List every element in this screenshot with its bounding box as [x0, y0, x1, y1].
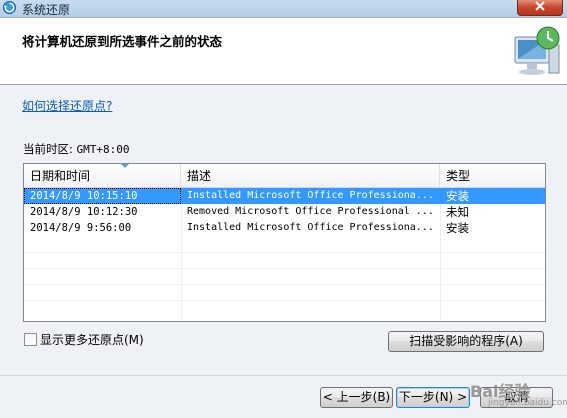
help-link[interactable]: 如何选择还原点?: [22, 97, 112, 114]
row-description: Removed Microsoft Office Professional ..…: [181, 204, 440, 220]
row-datetime: 2014/8/9 10:15:10: [24, 188, 181, 204]
close-icon: [518, 0, 562, 14]
row-description: Installed Microsoft Office Professiona..…: [181, 220, 440, 236]
restore-points-table[interactable]: 日期和时间 描述 类型 2014/8/9 10:15:10 Installed …: [23, 163, 546, 322]
back-button[interactable]: < 上一步(B): [320, 387, 393, 408]
row-type: 安装: [440, 188, 545, 204]
row-type: 安装: [440, 220, 545, 236]
close-button[interactable]: [517, 0, 563, 16]
row-description: Installed Microsoft Office Professiona..…: [181, 188, 440, 204]
row-divider: [24, 268, 545, 269]
row-divider: [24, 284, 545, 285]
wizard-header: 将计算机还原到所选事件之前的状态: [0, 18, 567, 85]
timezone-info: 当前时区: GMT+8:00: [23, 141, 130, 157]
row-divider: [24, 252, 545, 253]
computer-restore-icon: [511, 23, 563, 79]
table-header: 日期和时间 描述 类型: [24, 164, 545, 188]
window-title: 系统还原: [22, 1, 70, 18]
title-bar: 系统还原: [0, 0, 567, 18]
table-row[interactable]: 2014/8/9 9:56:00 Installed Microsoft Off…: [24, 220, 545, 236]
timezone-value: GMT+8:00: [77, 143, 130, 156]
next-button[interactable]: 下一步(N) >: [396, 387, 470, 408]
row-divider: [24, 300, 545, 301]
column-header-datetime[interactable]: 日期和时间: [24, 164, 181, 187]
watermark-subtext: jingyan.baidu.com: [488, 398, 567, 408]
show-more-checkbox[interactable]: [24, 333, 37, 346]
table-row[interactable]: 2014/8/9 10:12:30 Removed Microsoft Offi…: [24, 204, 545, 220]
table-body: 2014/8/9 10:15:10 Installed Microsoft Of…: [24, 188, 545, 236]
show-more-label[interactable]: 显示更多还原点(M): [40, 331, 144, 348]
column-header-description[interactable]: 描述: [181, 164, 440, 187]
scan-affected-programs-button[interactable]: 扫描受影响的程序(A): [388, 331, 544, 352]
system-restore-icon: [2, 0, 17, 15]
row-datetime: 2014/8/9 9:56:00: [24, 220, 181, 236]
sort-arrow-icon: [121, 164, 129, 168]
page-title: 将计算机还原到所选事件之前的状态: [22, 31, 222, 50]
timezone-label: 当前时区:: [23, 142, 73, 156]
row-type: 未知: [440, 204, 545, 220]
footer-divider: [0, 375, 567, 376]
table-row[interactable]: 2014/8/9 10:15:10 Installed Microsoft Of…: [24, 188, 545, 204]
row-datetime: 2014/8/9 10:12:30: [24, 204, 181, 220]
column-header-type[interactable]: 类型: [440, 164, 545, 187]
